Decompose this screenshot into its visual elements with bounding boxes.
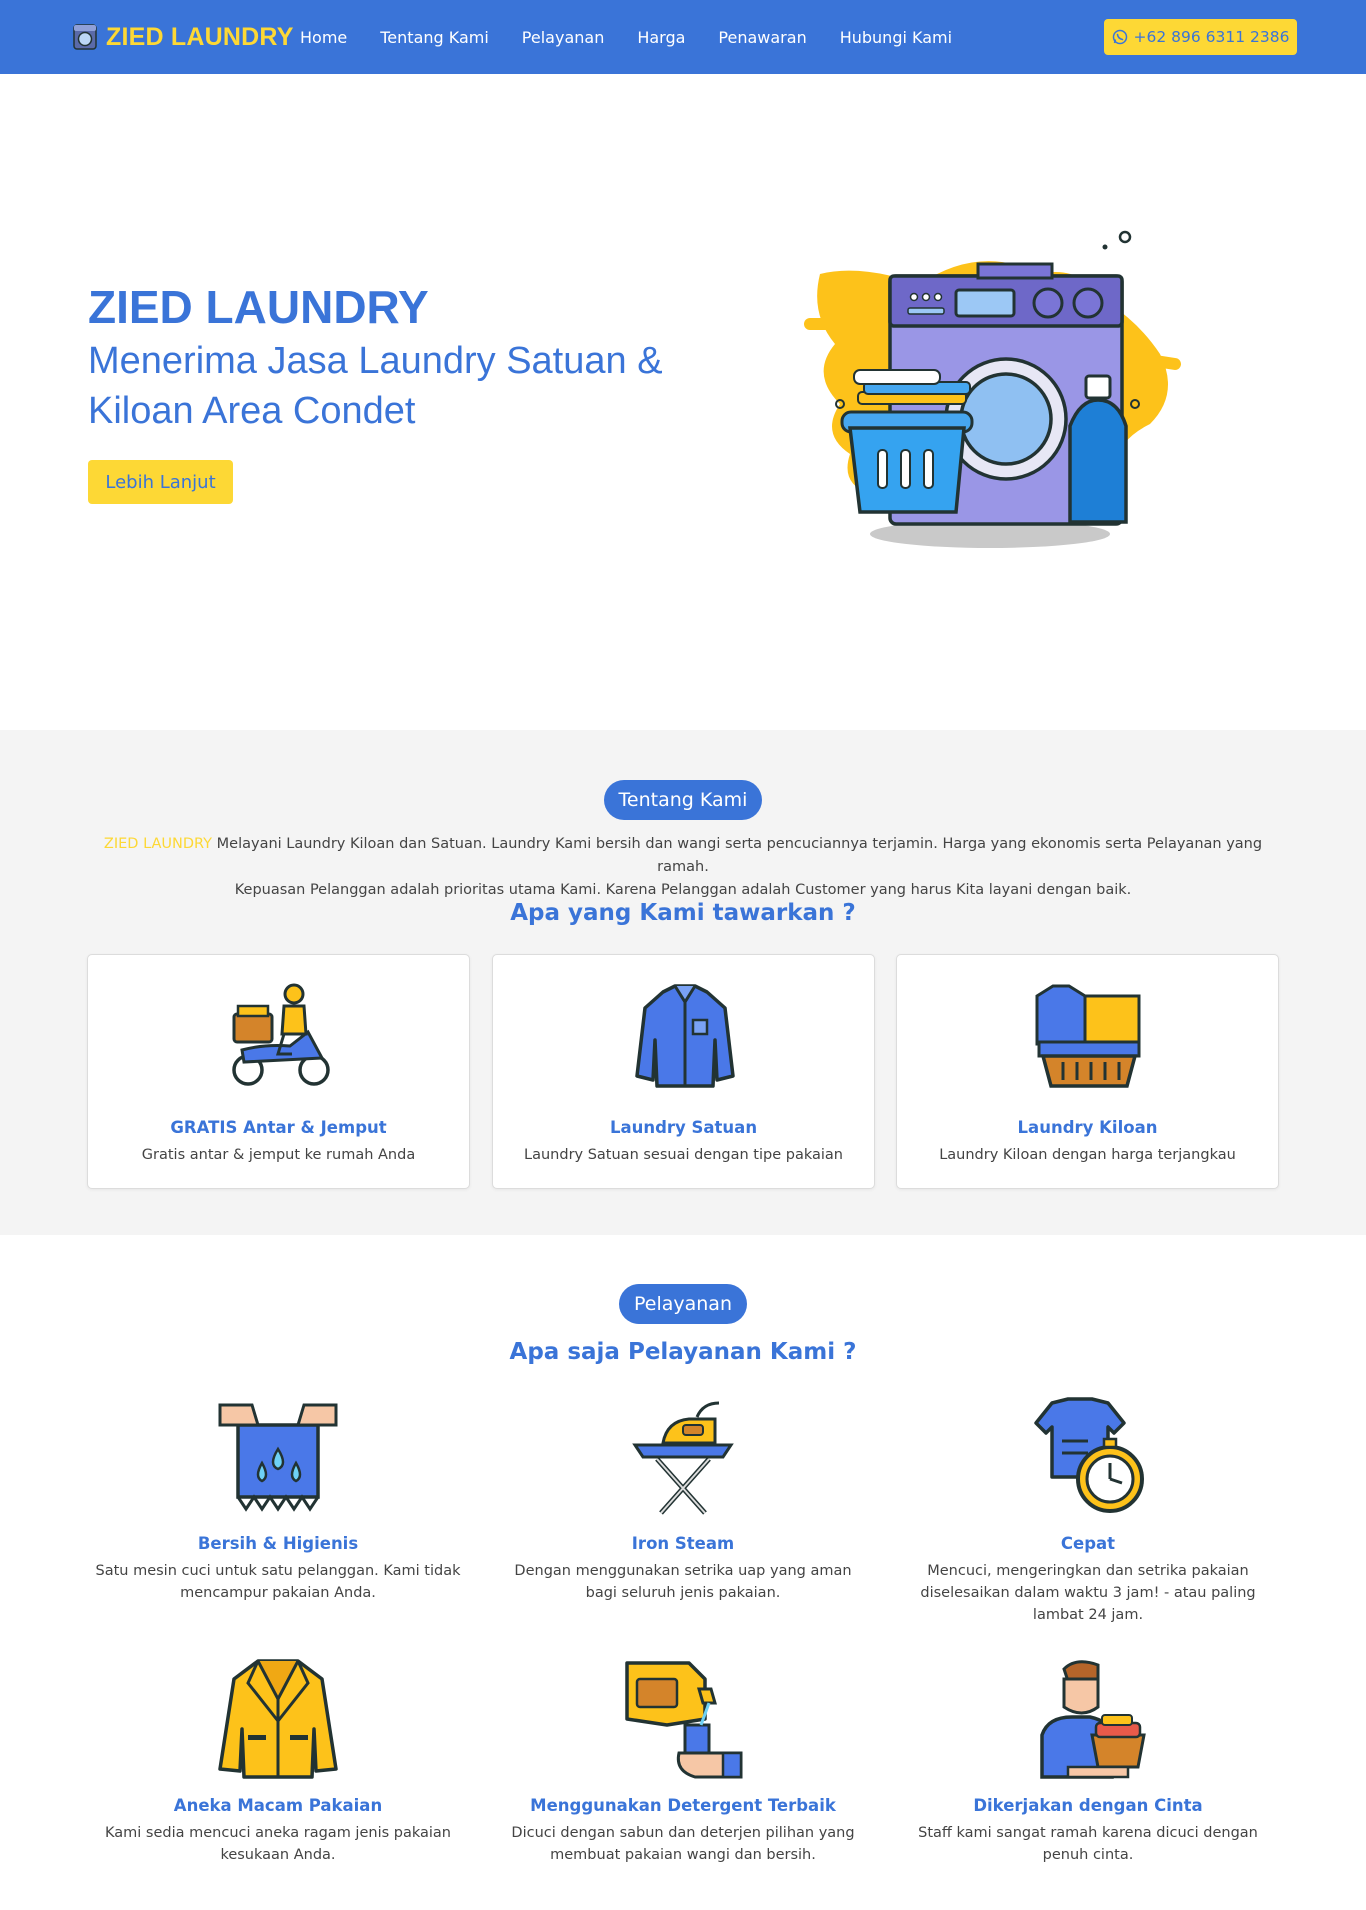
nav-tentang-kami[interactable]: Tentang Kami <box>380 28 489 47</box>
washing-machine-logo-icon <box>73 24 97 50</box>
feature-title: Aneka Macam Pakaian <box>173 1796 383 1815</box>
learn-more-button[interactable]: Lebih Lanjut <box>88 460 233 504</box>
services-section: Pelayanan Apa saja Pelayanan Kami ? Bers… <box>0 1235 1366 1910</box>
staff-with-basket-icon <box>1040 1660 1146 1779</box>
feature-title: Bersih & Higienis <box>197 1534 359 1553</box>
feature-desc: Dicuci dengan sabun dan deterjen pilihan… <box>511 1825 855 1863</box>
washing-machine-illustration <box>804 230 1181 548</box>
delivery-scooter-icon <box>232 983 330 1086</box>
whatsapp-icon <box>1112 29 1127 45</box>
about-text-line1: Melayani Laundry Kiloan dan Satuan. Laun… <box>212 836 1263 875</box>
feature-desc: Dengan menggunakan setrika uap yang aman… <box>514 1563 852 1601</box>
whatsapp-phone-button[interactable]: +62 896 6311 2386 <box>1104 19 1297 55</box>
hero-section: ZIED LAUNDRY Menerima Jasa Laundry Satua… <box>0 74 1366 730</box>
about-brand-highlight: ZIED LAUNDRY <box>103 836 213 852</box>
about-description: ZIED LAUNDRY Melayani Laundry Kiloan dan… <box>88 833 1278 902</box>
nav-penawaran[interactable]: Penawaran <box>718 28 806 47</box>
card-title: Laundry Kiloan <box>1017 1118 1158 1137</box>
nav-pelayanan[interactable]: Pelayanan <box>522 28 605 47</box>
card-title: GRATIS Antar & Jemput <box>170 1118 387 1137</box>
feature-desc: Satu mesin cuci untuk satu pelanggan. Ka… <box>95 1563 461 1601</box>
services-heading: Apa saja Pelayanan Kami ? <box>509 1339 857 1365</box>
card-title: Laundry Satuan <box>609 1118 758 1137</box>
card-desc: Laundry Kiloan dengan harga terjangkau <box>939 1147 1236 1163</box>
about-section: Tentang Kami ZIED LAUNDRY Melayani Laund… <box>0 730 1366 1235</box>
pelayanan-badge: Pelayanan <box>619 1284 747 1324</box>
feature-title: Iron Steam <box>631 1534 735 1553</box>
feature-title: Dikerjakan dengan Cinta <box>973 1796 1203 1815</box>
clean-cloth-icon <box>218 1403 338 1512</box>
phone-number: +62 896 6311 2386 <box>1133 28 1290 46</box>
jacket-icon <box>218 1659 338 1779</box>
hero-title: ZIED LAUNDRY <box>88 281 429 333</box>
nav-harga[interactable]: Harga <box>637 28 685 47</box>
ironing-board-icon <box>632 1401 734 1515</box>
offer-card-laundry-kiloan: Laundry Kiloan Laundry Kiloan dengan har… <box>896 954 1279 1189</box>
feature-title: Cepat <box>1060 1534 1116 1553</box>
nav-home[interactable]: Home <box>300 28 347 47</box>
brand-link[interactable]: ZIED LAUNDRY <box>72 22 294 52</box>
navbar: ZIED LAUNDRY Home Tentang Kami Pelayanan… <box>0 0 1366 74</box>
nav-hubungi-kami[interactable]: Hubungi Kami <box>840 28 952 47</box>
feature-title: Menggunakan Detergent Terbaik <box>530 1796 836 1815</box>
brand-name: ZIED LAUNDRY <box>106 22 294 51</box>
feature-desc: Kami sedia mencuci aneka ragam jenis pak… <box>105 1825 451 1863</box>
offer-card-antar-jemput: GRATIS Antar & Jemput Gratis antar & jem… <box>87 954 470 1189</box>
nav-menu: Home Tentang Kami Pelayanan Harga Penawa… <box>300 0 985 74</box>
laundry-basket-icon <box>1035 984 1141 1088</box>
about-text-line2: Kepuasan Pelanggan adalah prioritas utam… <box>234 882 1132 898</box>
stopwatch-shirt-icon <box>1034 1397 1144 1513</box>
detergent-pour-icon <box>625 1661 743 1779</box>
offer-card-laundry-satuan: Laundry Satuan Laundry Satuan sesuai den… <box>492 954 875 1189</box>
feature-desc: Mencuci, mengeringkan dan setrika pakaia… <box>920 1563 1256 1623</box>
offer-heading: Apa yang Kami tawarkan ? <box>510 900 856 926</box>
card-desc: Laundry Satuan sesuai dengan tipe pakaia… <box>524 1147 843 1163</box>
shirt-icon <box>635 984 735 1088</box>
feature-desc: Staff kami sangat ramah karena dicuci de… <box>918 1825 1258 1863</box>
hero-subtitle: Menerima Jasa Laundry Satuan & Kiloan Ar… <box>88 340 663 432</box>
card-desc: Gratis antar & jemput ke rumah Anda <box>141 1147 416 1163</box>
tentang-kami-badge: Tentang Kami <box>604 780 762 820</box>
